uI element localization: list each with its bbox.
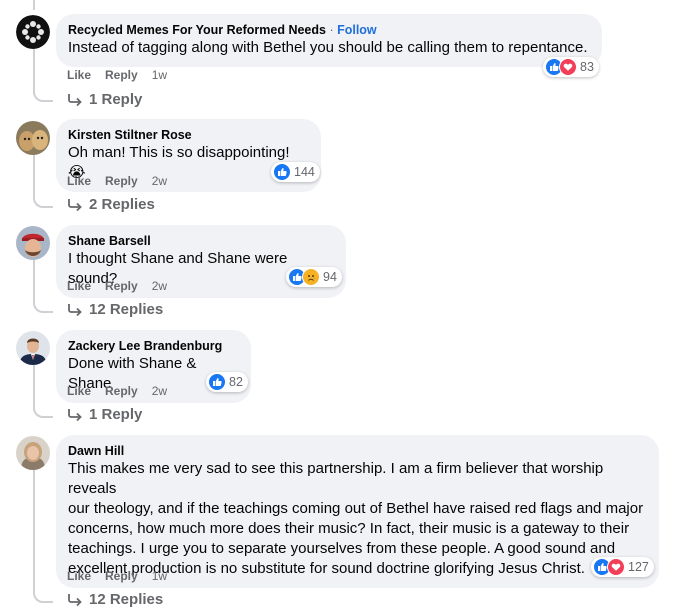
thread-line (33, 0, 35, 10)
thread-elbow (33, 90, 53, 102)
reply-button[interactable]: Reply (105, 174, 138, 188)
separator-dot: · (325, 23, 338, 37)
comment-bubble: Recycled Memes For Your Reformed Needs ·… (56, 14, 602, 67)
thread-elbow (33, 301, 53, 313)
comment-text-line: This makes me very sad to see this partn… (68, 460, 604, 497)
thread-elbow (33, 196, 53, 208)
replies-label: 1 Reply (89, 91, 143, 108)
comment-timestamp[interactable]: 2w (152, 384, 167, 398)
reaction-count: 83 (580, 60, 594, 74)
comment-text-line: our theology, and if the teachings comin… (68, 500, 644, 517)
avatar[interactable] (16, 436, 50, 470)
reply-arrow-icon (68, 93, 82, 106)
reply-button[interactable]: Reply (105, 384, 138, 398)
comment-text-line: teachings. I urge you to separate yourse… (68, 540, 616, 557)
comment-actions: Like Reply 2w (67, 279, 167, 293)
comment-text: This makes me very sad to see this partn… (68, 459, 647, 579)
reply-button[interactable]: Reply (105, 569, 138, 583)
thread-line (33, 48, 35, 94)
view-replies-button[interactable]: 12 Replies (67, 301, 163, 318)
comment-actions: Like Reply 2w (67, 384, 167, 398)
comment-author[interactable]: Kirsten Stiltner Rose (68, 128, 192, 142)
view-replies-button[interactable]: 1 Reply (67, 406, 142, 423)
reaction-summary[interactable]: 127 (591, 557, 654, 577)
reply-arrow-icon (68, 303, 82, 316)
reply-button[interactable]: Reply (105, 279, 138, 293)
comment-actions: Like Reply 2w (67, 174, 167, 188)
thread-line (33, 365, 35, 409)
like-button[interactable]: Like (67, 68, 91, 82)
reaction-count: 144 (294, 165, 315, 179)
comment-actions: Like Reply 1w (67, 569, 167, 583)
thread-line (33, 155, 35, 199)
like-button[interactable]: Like (67, 174, 91, 188)
reaction-summary[interactable]: 83 (543, 57, 599, 77)
follow-button[interactable]: Follow (337, 23, 377, 37)
comment-author[interactable]: Recycled Memes For Your Reformed Needs (68, 23, 326, 37)
comment-timestamp[interactable]: 1w (152, 569, 167, 583)
like-button[interactable]: Like (67, 384, 91, 398)
view-replies-button[interactable]: 2 Replies (67, 196, 155, 213)
avatar[interactable] (16, 15, 50, 49)
reaction-summary[interactable]: 82 (206, 372, 248, 392)
reply-arrow-icon (68, 198, 82, 211)
like-button[interactable]: Like (67, 569, 91, 583)
like-icon (208, 373, 226, 391)
like-icon (273, 163, 291, 181)
thread-line (33, 260, 35, 304)
comment-text: Instead of tagging along with Bethel you… (68, 39, 588, 56)
love-icon (559, 58, 577, 76)
love-icon (607, 558, 625, 576)
reply-button[interactable]: Reply (105, 68, 138, 82)
sad-icon (302, 268, 320, 286)
comment-author[interactable]: Dawn Hill (68, 444, 124, 458)
avatar[interactable] (16, 331, 50, 365)
reply-arrow-icon (68, 593, 82, 606)
like-button[interactable]: Like (67, 279, 91, 293)
reaction-count: 94 (323, 270, 337, 284)
replies-label: 1 Reply (89, 406, 143, 423)
comment-author[interactable]: Shane Barsell (68, 234, 151, 248)
comment-bubble: Dawn Hill This makes me very sad to see … (56, 435, 659, 588)
reaction-count: 82 (229, 375, 243, 389)
comment-timestamp[interactable]: 1w (152, 68, 167, 82)
reaction-summary[interactable]: 144 (271, 162, 320, 182)
thread-line (33, 470, 35, 594)
comment-author[interactable]: Zackery Lee Brandenburg (68, 339, 222, 353)
replies-label: 12 Replies (89, 591, 164, 608)
reaction-summary[interactable]: 94 (286, 267, 342, 287)
reaction-count: 127 (628, 560, 649, 574)
view-replies-button[interactable]: 1 Reply (67, 91, 142, 108)
thread-elbow (33, 591, 53, 603)
replies-label: 2 Replies (89, 196, 155, 213)
thread-elbow (33, 406, 53, 418)
view-replies-button[interactable]: 12 Replies (67, 591, 163, 608)
comment-timestamp[interactable]: 2w (152, 174, 167, 188)
reply-arrow-icon (68, 408, 82, 421)
avatar[interactable] (16, 121, 50, 155)
comment-actions: Like Reply 1w (67, 68, 167, 82)
avatar[interactable] (16, 226, 50, 260)
replies-label: 12 Replies (89, 301, 164, 318)
comment-text-line: concerns, how much more does their music… (68, 520, 630, 537)
comment-timestamp[interactable]: 2w (152, 279, 167, 293)
